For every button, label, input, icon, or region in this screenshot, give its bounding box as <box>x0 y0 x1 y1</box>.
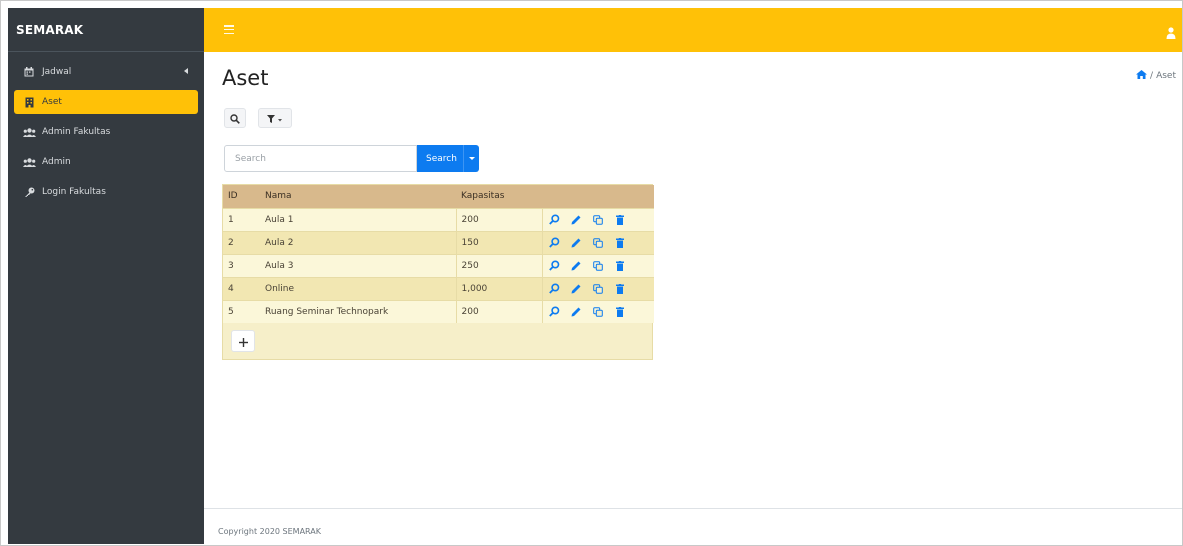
search-button-label: Search <box>426 153 457 164</box>
edit-icon[interactable] <box>571 214 582 225</box>
view-icon[interactable] <box>548 214 560 225</box>
table-row[interactable]: 5 Ruang Seminar Technopark 200 <box>223 299 654 323</box>
cell-id: 5 <box>223 299 260 323</box>
sidebar-item-label: Jadwal <box>42 67 72 77</box>
brand-name: SEMARAK <box>16 22 84 37</box>
main-content: Aset / Aset Search ID Nama Kapasita <box>204 52 1182 508</box>
chevron-down-icon <box>468 157 475 160</box>
users-icon <box>22 157 36 167</box>
delete-icon[interactable] <box>615 214 626 225</box>
sidebar-item-jadwal[interactable]: Jadwal <box>14 60 198 84</box>
aset-table: ID Nama Kapasitas 1 Aula 1 200 2 Aula 2 150 3 A… <box>223 185 654 323</box>
cell-nama: Aula 2 <box>260 230 456 254</box>
sidebar-item-label: Admin <box>42 157 71 167</box>
cell-id: 2 <box>223 230 260 254</box>
cell-nama: Aula 1 <box>260 207 456 231</box>
edit-icon[interactable] <box>571 260 582 271</box>
key-icon <box>22 187 36 198</box>
table-row[interactable]: 4 Online 1,000 <box>223 276 654 300</box>
breadcrumb-separator: / <box>1150 71 1154 81</box>
copy-icon[interactable] <box>593 214 604 225</box>
add-row-button[interactable] <box>231 330 255 352</box>
filter-icon <box>267 109 283 128</box>
breadcrumb: / Aset <box>1136 70 1176 82</box>
cell-kapasitas: 150 <box>455 230 543 254</box>
edit-icon[interactable] <box>571 283 582 294</box>
footer-copyright: Copyright 2020 SEMARAK <box>218 527 321 536</box>
search-input[interactable] <box>224 145 417 172</box>
brand-link[interactable]: SEMARAK <box>8 8 204 52</box>
sidebar: SEMARAK Jadwal Aset Admin Fakultas Admin… <box>8 8 204 544</box>
search-toggle-button[interactable] <box>224 108 246 128</box>
table-row[interactable]: 3 Aula 3 250 <box>223 253 654 277</box>
column-header-kapasitas[interactable]: Kapasitas <box>456 185 542 208</box>
copy-icon[interactable] <box>593 260 604 271</box>
sidebar-item-label: Aset <box>42 97 62 107</box>
cell-nama: Online <box>260 276 456 300</box>
sidebar-nav: Jadwal Aset Admin Fakultas Admin Login F… <box>8 52 204 204</box>
view-icon[interactable] <box>548 260 560 271</box>
home-icon[interactable] <box>1136 70 1148 82</box>
view-icon[interactable] <box>548 283 560 294</box>
user-icon[interactable] <box>1166 24 1176 39</box>
cell-kapasitas: 1,000 <box>455 276 543 300</box>
footer: Copyright 2020 SEMARAK <box>204 508 1182 546</box>
search-button[interactable]: Search <box>417 145 479 172</box>
cell-actions <box>542 276 654 300</box>
page-title: Aset <box>222 66 269 90</box>
cell-nama: Aula 3 <box>260 253 456 277</box>
cell-kapasitas: 250 <box>455 253 543 277</box>
copy-icon[interactable] <box>593 283 604 294</box>
cell-actions <box>542 207 654 231</box>
cell-actions <box>542 253 654 277</box>
edit-icon[interactable] <box>571 306 582 317</box>
sidebar-item-label: Admin Fakultas <box>42 127 111 137</box>
top-navbar <box>204 8 1182 52</box>
copy-icon[interactable] <box>593 306 604 317</box>
view-icon[interactable] <box>548 306 560 317</box>
cell-id: 1 <box>223 207 260 231</box>
column-header-actions <box>542 185 654 208</box>
copy-icon[interactable] <box>593 237 604 248</box>
aset-table-container: ID Nama Kapasitas 1 Aula 1 200 2 Aula 2 150 3 A… <box>222 184 654 360</box>
delete-icon[interactable] <box>615 306 626 317</box>
table-header-row: ID Nama Kapasitas <box>223 185 654 208</box>
calendar-icon <box>22 67 36 77</box>
sidebar-item-login-fakultas[interactable]: Login Fakultas <box>14 180 198 204</box>
cell-id: 4 <box>223 276 260 300</box>
edit-icon[interactable] <box>571 237 582 248</box>
cell-kapasitas: 200 <box>455 299 543 323</box>
cell-actions <box>542 230 654 254</box>
cell-nama: Ruang Seminar Technopark <box>260 299 456 323</box>
filter-button[interactable] <box>258 108 292 128</box>
search-icon <box>230 109 240 128</box>
sidebar-item-label: Login Fakultas <box>42 187 106 197</box>
cell-kapasitas: 200 <box>455 207 543 231</box>
users-icon <box>22 127 36 137</box>
cell-actions <box>542 299 654 323</box>
search-dropdown-toggle[interactable] <box>463 145 479 172</box>
cell-id: 3 <box>223 253 260 277</box>
column-header-nama[interactable]: Nama <box>260 185 456 208</box>
delete-icon[interactable] <box>615 237 626 248</box>
sidebar-item-aset[interactable]: Aset <box>14 90 198 114</box>
hamburger-icon[interactable] <box>224 25 234 34</box>
delete-icon[interactable] <box>615 283 626 294</box>
table-row[interactable]: 2 Aula 2 150 <box>223 230 654 254</box>
delete-icon[interactable] <box>615 260 626 271</box>
table-row[interactable]: 1 Aula 1 200 <box>223 207 654 231</box>
sidebar-item-admin-fakultas[interactable]: Admin Fakultas <box>14 120 198 144</box>
view-icon[interactable] <box>548 237 560 248</box>
building-icon <box>22 97 36 108</box>
breadcrumb-current: Aset <box>1156 71 1176 81</box>
sidebar-item-admin[interactable]: Admin <box>14 150 198 174</box>
plus-icon <box>238 332 248 351</box>
column-header-id[interactable]: ID <box>223 185 260 208</box>
chevron-left-icon <box>184 68 188 74</box>
